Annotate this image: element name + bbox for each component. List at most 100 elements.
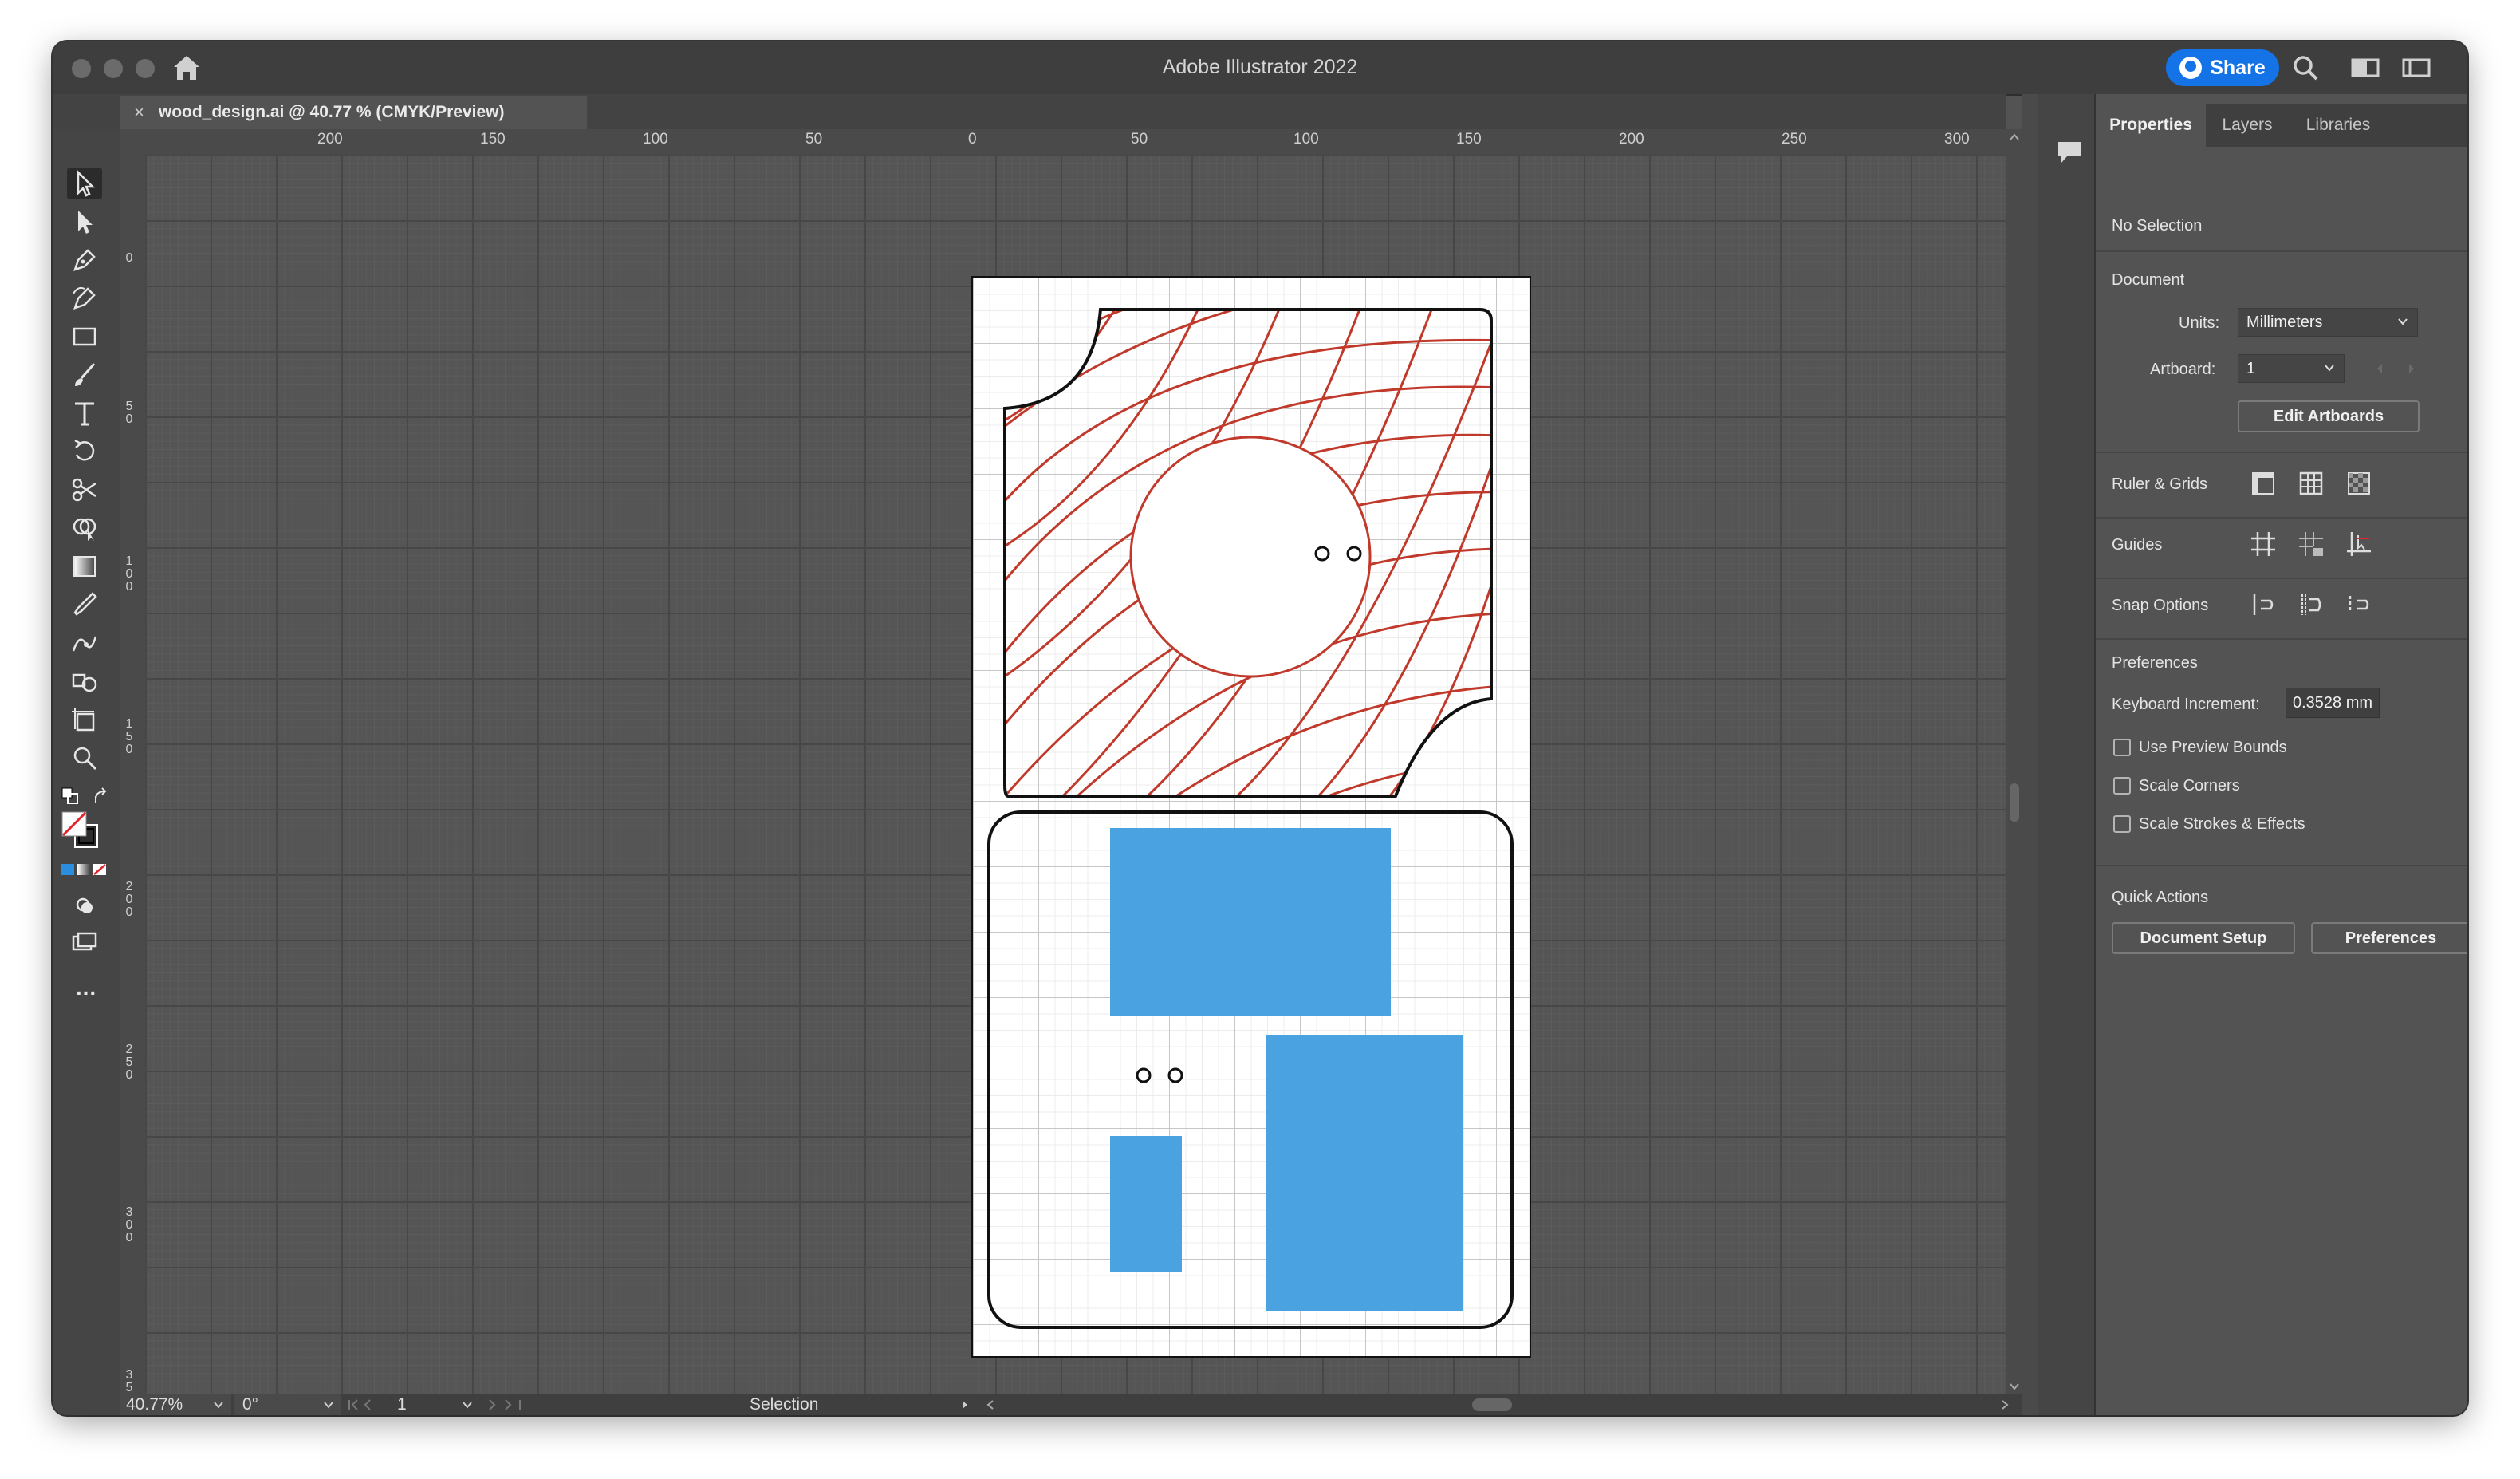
show-guides-icon[interactable] (2247, 528, 2279, 560)
rotation-field[interactable]: 0° (234, 1394, 341, 1415)
divider (2096, 452, 2467, 453)
scale-corners-checkbox[interactable] (2113, 777, 2131, 795)
horizontal-ruler[interactable]: 200 150 100 50 0 50 100 150 200 250 300 (145, 129, 2006, 156)
pen-tool-icon[interactable] (67, 244, 102, 276)
shape-builder-tool-icon[interactable] (67, 512, 102, 544)
snap-to-point-icon[interactable] (2247, 589, 2279, 621)
fill-stroke-swatch[interactable] (61, 810, 100, 850)
snap-to-pixel-icon[interactable] (2295, 589, 2327, 621)
artboard-navigator[interactable]: 1 (346, 1394, 537, 1415)
edit-artboards-button[interactable]: Edit Artboards (2238, 400, 2420, 432)
divider (2096, 250, 2467, 252)
user-avatar-icon (2179, 57, 2203, 79)
divider (2096, 517, 2467, 519)
show-grid-icon[interactable] (2295, 467, 2327, 499)
workspace-switcher-icon[interactable] (2400, 53, 2432, 83)
hole (1346, 546, 1362, 562)
hole (1167, 1067, 1183, 1083)
share-button[interactable]: Share (2166, 49, 2279, 86)
document-setup-button[interactable]: Document Setup (2112, 922, 2295, 954)
ruler-label: 250 (1782, 131, 1807, 148)
preferences-button[interactable]: Preferences (2311, 922, 2467, 954)
transparency-grid-icon[interactable] (2343, 467, 2375, 499)
color-mode-buttons[interactable] (61, 862, 107, 878)
units-label: Units: (2179, 314, 2220, 332)
rotation-value: 0° (242, 1395, 259, 1414)
swap-fill-stroke-icon[interactable] (93, 787, 112, 806)
gradient-tool-icon[interactable] (67, 550, 102, 582)
keyboard-increment-input[interactable]: 0.3528 mm (2286, 688, 2380, 718)
close-tab-icon[interactable]: × (134, 102, 144, 123)
zoom-level-field[interactable]: 40.77% (120, 1394, 231, 1415)
ruler-label: 3 0 0 (125, 1205, 133, 1244)
symbol-sprayer-tool-icon[interactable] (67, 665, 102, 697)
ruler-label: 1 5 0 (125, 717, 133, 756)
app-title: Adobe Illustrator 2022 (1162, 56, 1358, 78)
chevron-down-icon (2325, 365, 2334, 372)
properties-panel: Properties Layers Libraries No Selection… (2096, 94, 2467, 1415)
ruler-label: 150 (1456, 131, 1482, 148)
snap-to-glyph-icon[interactable] (2343, 589, 2375, 621)
document-heading: Document (2112, 271, 2185, 289)
units-dropdown[interactable]: Millimeters (2238, 308, 2418, 337)
direct-selection-tool-icon[interactable] (67, 206, 102, 238)
scale-strokes-effects-checkbox[interactable] (2113, 815, 2131, 833)
artboard-tool-icon[interactable] (67, 704, 102, 736)
smart-guides-icon[interactable] (2343, 528, 2375, 560)
type-tool-icon[interactable] (67, 397, 102, 429)
ruler-label: 0 (125, 251, 133, 265)
red-curve-grid (1005, 310, 1491, 796)
scroll-up-icon[interactable] (2008, 131, 2021, 144)
screen-mode-icon[interactable] (67, 927, 102, 959)
canvas[interactable] (145, 155, 2006, 1394)
zoom-tool-icon[interactable] (67, 742, 102, 774)
eyedropper-tool-icon[interactable] (67, 589, 102, 621)
artboard-dropdown[interactable]: 1 (2238, 354, 2345, 383)
curvature-tool-icon[interactable] (67, 282, 102, 314)
scroll-left-icon[interactable] (984, 1398, 997, 1411)
chevron-down-icon (463, 1402, 472, 1409)
status-menu-icon[interactable] (959, 1398, 971, 1411)
ruler-label: 3 5 0 (125, 1368, 133, 1395)
chevron-down-icon (324, 1402, 333, 1409)
artboard-prev-icons[interactable] (346, 1398, 394, 1411)
vertical-scrollbar[interactable] (2006, 129, 2022, 1394)
tab-properties[interactable]: Properties (2096, 104, 2206, 147)
panel-dock-divider[interactable] (2022, 94, 2038, 1415)
tab-layers[interactable]: Layers (2206, 104, 2289, 147)
arrange-documents-icon[interactable] (2349, 53, 2381, 83)
draw-mode-icon[interactable] (67, 889, 102, 921)
scissors-tool-icon[interactable] (67, 474, 102, 506)
ruler-grids-label: Ruler & Grids (2112, 475, 2208, 493)
artboard-next-icons[interactable] (485, 1398, 533, 1411)
use-preview-bounds-checkbox[interactable] (2113, 739, 2131, 756)
next-artboard-icon[interactable] (2404, 361, 2420, 377)
tab-libraries[interactable]: Libraries (2289, 104, 2388, 147)
blue-rectangle-large (1110, 828, 1391, 1016)
blend-tool-icon[interactable] (67, 627, 102, 659)
collapsed-panel-strip (2038, 94, 2096, 1415)
horizontal-scroll-thumb[interactable] (1472, 1398, 1512, 1411)
rectangle-tool-icon[interactable] (67, 321, 102, 353)
vertical-ruler[interactable]: 0 5 0 1 0 0 1 5 0 2 0 0 2 5 0 3 0 0 3 5 … (120, 155, 146, 1394)
previous-artboard-icon[interactable] (2372, 361, 2388, 377)
paintbrush-tool-icon[interactable] (67, 359, 102, 391)
default-fill-stroke-icon[interactable] (61, 787, 80, 806)
vertical-scroll-thumb[interactable] (2010, 783, 2019, 822)
ruler-origin[interactable] (120, 129, 145, 155)
comments-icon[interactable] (2056, 139, 2083, 166)
artboard-value: 1 (2246, 359, 2256, 377)
edit-toolbar-more-icon[interactable]: ... (53, 975, 120, 1000)
snap-options-label: Snap Options (2112, 597, 2209, 614)
document-tab[interactable]: × wood_design.ai @ 40.77 % (CMYK/Preview… (120, 96, 587, 129)
rotate-tool-icon[interactable] (67, 436, 102, 467)
illustrator-window: Adobe Illustrator 2022 Share ... × wood_… (53, 41, 2467, 1415)
selection-tool-icon[interactable] (67, 168, 102, 199)
show-rulers-icon[interactable] (2247, 467, 2279, 499)
ruler-label: 50 (805, 131, 823, 148)
scroll-down-icon[interactable] (2008, 1380, 2021, 1393)
artboard[interactable] (971, 276, 1531, 1358)
lock-guides-icon[interactable] (2295, 528, 2327, 560)
scroll-right-icon[interactable] (1998, 1398, 2011, 1411)
search-icon[interactable] (2290, 53, 2322, 83)
